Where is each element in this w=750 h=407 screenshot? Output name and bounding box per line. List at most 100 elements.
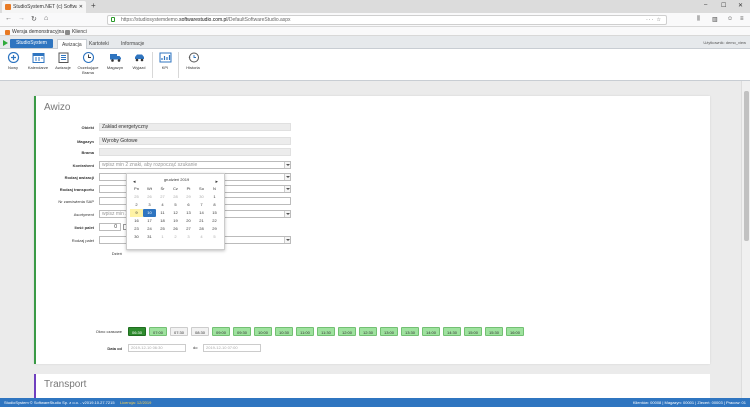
data-od-input[interactable]: 2019-12-10 06:30 xyxy=(128,344,186,352)
calendar-day[interactable]: 20 xyxy=(182,217,195,225)
time-slot-button[interactable]: 14:00 xyxy=(422,327,440,336)
time-slot-button[interactable]: 09:30 xyxy=(233,327,251,336)
calendar-day[interactable]: 28 xyxy=(195,225,208,233)
calendar-day[interactable]: 23 xyxy=(130,225,143,233)
awizacje-button[interactable]: Awizacje xyxy=(53,52,73,70)
calendar-day[interactable]: 18 xyxy=(156,217,169,225)
bookmark-item[interactable]: Klienci xyxy=(65,29,87,35)
calendar-day[interactable]: 1 xyxy=(156,233,169,241)
chevron-down-icon[interactable] xyxy=(284,174,290,180)
new-button[interactable]: Nowy xyxy=(4,51,22,70)
calendar-day[interactable]: 5 xyxy=(169,201,182,209)
maximize-icon[interactable]: ☐ xyxy=(721,2,726,9)
calendar-day[interactable]: 30 xyxy=(130,233,143,241)
browser-tab[interactable]: StudioSystem.NET (c) SoftwareS ✕ xyxy=(2,1,86,13)
reload-icon[interactable]: ↻ xyxy=(31,15,37,23)
forward-icon[interactable]: → xyxy=(18,15,25,22)
new-tab-icon[interactable]: + xyxy=(91,1,96,10)
app-menu-button[interactable]: StudioSystem xyxy=(10,39,53,48)
calendar-day[interactable]: 13 xyxy=(182,209,195,217)
calendar-day[interactable]: 24 xyxy=(143,225,156,233)
calendar-day[interactable]: 15 xyxy=(208,209,221,217)
calendar-day[interactable]: 10 xyxy=(143,209,156,217)
calendar-day[interactable]: 3 xyxy=(182,233,195,241)
close-window-icon[interactable]: ✕ xyxy=(738,2,743,9)
calendar-day[interactable]: 7 xyxy=(195,201,208,209)
calendar-day[interactable]: 11 xyxy=(156,209,169,217)
chevron-down-icon[interactable] xyxy=(284,186,290,192)
time-slot-button[interactable]: 12:30 xyxy=(359,327,377,336)
calendar-day[interactable]: 16 xyxy=(130,217,143,225)
calendar-day[interactable]: 4 xyxy=(156,201,169,209)
url-bar[interactable]: https://studiosystemdemo.softwarestudio.… xyxy=(107,15,667,25)
close-tab-icon[interactable]: ✕ xyxy=(79,4,83,10)
calendar-day[interactable]: 26 xyxy=(143,193,156,201)
calendar-day[interactable]: 12 xyxy=(169,209,182,217)
calendar-day[interactable]: 4 xyxy=(195,233,208,241)
date-picker[interactable]: ◂ grudzień 2019 ▸ Pn Wt Śr Cz Pt So N 25 26 27 28 2… xyxy=(126,173,225,250)
time-slot-button[interactable]: 10:30 xyxy=(275,327,293,336)
bookmark-item[interactable]: Wersja demonstracyjna xyxy=(5,29,64,35)
time-slot-button[interactable]: 11:00 xyxy=(296,327,314,336)
time-slot-button[interactable]: 13:00 xyxy=(380,327,398,336)
sidebar-icon[interactable]: ▥ xyxy=(712,16,718,23)
calendar-day[interactable]: 1 xyxy=(208,193,221,201)
chevron-down-icon[interactable] xyxy=(284,237,290,243)
time-slot-button[interactable]: 15:00 xyxy=(464,327,482,336)
library-icon[interactable]: ⫼ xyxy=(697,16,700,23)
calendar-day[interactable]: 17 xyxy=(143,217,156,225)
calendar-day[interactable]: 9 xyxy=(130,209,143,217)
calendar-day[interactable]: 21 xyxy=(195,217,208,225)
calendar-day[interactable]: 2 xyxy=(130,201,143,209)
profile-icon[interactable]: ☺ xyxy=(727,16,733,22)
time-slot-button[interactable]: 07:30 xyxy=(170,327,188,336)
calendar-day[interactable]: 6 xyxy=(182,201,195,209)
time-slot-button[interactable]: 12:00 xyxy=(338,327,356,336)
time-slot-button[interactable]: 09:00 xyxy=(212,327,230,336)
time-slot-button[interactable]: 08:30 xyxy=(191,327,209,336)
calendar-day[interactable]: 5 xyxy=(208,233,221,241)
calendar-day[interactable]: 8 xyxy=(208,201,221,209)
menu-icon[interactable]: ≡ xyxy=(740,16,744,22)
chevron-down-icon[interactable] xyxy=(284,211,290,217)
calendar-day[interactable]: 25 xyxy=(156,225,169,233)
calendar-day[interactable]: 29 xyxy=(208,225,221,233)
calendar-day[interactable]: 22 xyxy=(208,217,221,225)
data-do-input[interactable]: 2019-12-10 07:00 xyxy=(203,344,261,352)
tab-informacje[interactable]: Informacje xyxy=(117,39,148,49)
oczekujace-brama-button[interactable]: Oczekujące Brama xyxy=(76,51,100,75)
home-icon[interactable]: ⌂ xyxy=(44,15,48,22)
tab-awizacja[interactable]: Awizacja xyxy=(57,39,87,49)
calendar-day[interactable]: 14 xyxy=(195,209,208,217)
tab-kartoteki[interactable]: Kartoteki xyxy=(85,39,113,49)
kontrahent-input[interactable]: wpisz min 2 znaki, aby rozpocząć szukani… xyxy=(99,161,291,169)
page-actions-icon[interactable]: ··· ☆ xyxy=(646,16,662,24)
calendar-day[interactable]: 29 xyxy=(182,193,195,201)
kpi-button[interactable]: KPI xyxy=(156,52,174,70)
time-slot-button[interactable]: 06:30 xyxy=(128,327,146,336)
ilosc-palet-input[interactable]: 0 xyxy=(99,223,121,231)
play-icon[interactable] xyxy=(3,40,8,46)
calendar-day[interactable]: 27 xyxy=(156,193,169,201)
time-slot-button[interactable]: 11:30 xyxy=(317,327,335,336)
calendars-button[interactable]: Kalendarze xyxy=(25,52,51,70)
calendar-day[interactable]: 28 xyxy=(169,193,182,201)
calendar-day[interactable]: 26 xyxy=(169,225,182,233)
magazyn-button[interactable]: Magazyn xyxy=(104,52,126,70)
calendar-day[interactable]: 25 xyxy=(130,193,143,201)
time-slot-button[interactable]: 15:30 xyxy=(485,327,503,336)
scrollbar-thumb[interactable] xyxy=(744,91,749,241)
time-slot-button[interactable]: 16:00 xyxy=(506,327,524,336)
vertical-scrollbar[interactable] xyxy=(741,81,750,398)
time-slot-button[interactable]: 07:00 xyxy=(149,327,167,336)
calendar-day[interactable]: 19 xyxy=(169,217,182,225)
minimize-icon[interactable]: – xyxy=(704,2,707,8)
calendar-day[interactable]: 27 xyxy=(182,225,195,233)
calendar-day[interactable]: 2 xyxy=(169,233,182,241)
chevron-down-icon[interactable] xyxy=(284,162,290,168)
time-slot-button[interactable]: 13:30 xyxy=(401,327,419,336)
calendar-day[interactable]: 30 xyxy=(195,193,208,201)
history-button[interactable]: Historia xyxy=(182,52,204,70)
time-slot-button[interactable]: 10:00 xyxy=(254,327,272,336)
calendar-day[interactable]: 3 xyxy=(143,201,156,209)
